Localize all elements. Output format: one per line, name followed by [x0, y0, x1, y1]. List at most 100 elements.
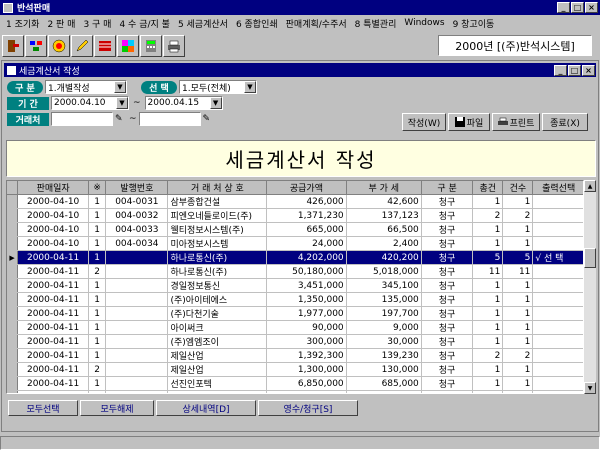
- pencil-icon[interactable]: ✎: [203, 114, 213, 124]
- deselect-all-button[interactable]: 모두해제: [80, 400, 154, 416]
- chevron-down-icon[interactable]: ▼: [244, 81, 256, 93]
- grid-vertical-scrollbar[interactable]: ▲ ▼: [584, 180, 596, 394]
- close-button[interactable]: ×: [585, 2, 598, 13]
- org-tool-button[interactable]: [25, 35, 47, 57]
- menu-item-3[interactable]: 4 수 금/지 불: [115, 17, 173, 30]
- table-row[interactable]: 2000-04-10 1 004-0032 피엔오네들로이드(주) 1,371,230 1…: [7, 208, 583, 223]
- receipt-claim-button[interactable]: 영수/청구[S]: [258, 400, 358, 416]
- maximize-button[interactable]: □: [571, 2, 584, 13]
- table-row[interactable]: 2000-04-11 2 하나로통신(주) 50,180,000 5,018,000 청구…: [7, 264, 583, 279]
- customer-from-input[interactable]: [51, 112, 113, 126]
- scroll-up-button[interactable]: ▲: [584, 180, 596, 192]
- scroll-thumb[interactable]: [584, 248, 596, 268]
- column-header-5[interactable]: 부 가 세: [346, 181, 422, 195]
- menu-item-8[interactable]: Windows: [400, 18, 448, 28]
- table-cell: [532, 208, 583, 223]
- close-form-button[interactable]: 종료(X): [542, 113, 588, 131]
- pencil-tool-button[interactable]: [71, 35, 93, 57]
- table-cell: 2000-04-11: [17, 348, 90, 363]
- column-header-1[interactable]: ※: [88, 181, 107, 195]
- row-indicator[interactable]: [7, 194, 19, 209]
- column-header-6[interactable]: 구 분: [421, 181, 474, 195]
- menu-item-4[interactable]: 5 세금계산서: [174, 17, 232, 30]
- row-indicator[interactable]: [7, 236, 19, 251]
- table-cell: 276,816: [346, 390, 422, 393]
- chevron-down-icon[interactable]: ▼: [209, 97, 222, 109]
- column-header-9[interactable]: 출력선택: [532, 181, 583, 195]
- column-header-0[interactable]: 판매일자: [17, 181, 90, 195]
- table-row[interactable]: 2000-04-121(주)뉴써엔드씨2,768,160276,816청구22: [7, 390, 583, 393]
- child-maximize-button[interactable]: □: [568, 64, 581, 76]
- row-indicator[interactable]: [7, 222, 19, 237]
- printer-tool-button[interactable]: [163, 35, 185, 57]
- table-cell: [532, 320, 583, 335]
- row-indicator[interactable]: [7, 306, 19, 321]
- menu-item-5[interactable]: 6 종합인쇄: [232, 17, 282, 30]
- table-cell: [532, 236, 583, 251]
- menu-item-7[interactable]: 8 특별관리: [351, 17, 401, 30]
- table-row[interactable]: 2000-04-11 2 제일산업 1,300,000 130,000 청구 1 1: [7, 362, 583, 377]
- print-button[interactable]: 프린트: [492, 113, 540, 131]
- table-cell: 004-0034: [105, 236, 169, 251]
- table-row[interactable]: 2000-04-11 1 선진인포텍 6,850,000 685,000 청구 1 1: [7, 376, 583, 391]
- row-indicator[interactable]: ▶: [7, 250, 19, 265]
- table-row[interactable]: 2000-04-11 1 (주)다천기술 1,977,000 197,700 청구 1 1: [7, 306, 583, 321]
- table-cell: [105, 278, 169, 293]
- table-cell: 1: [472, 320, 504, 335]
- detail-button[interactable]: 상세내역[D]: [156, 400, 256, 416]
- table-cell: 2: [502, 390, 534, 393]
- select-mode-select[interactable]: 1.모두(전체) ▼: [179, 80, 257, 94]
- column-header-7[interactable]: 총건: [472, 181, 504, 195]
- row-indicator[interactable]: [7, 208, 19, 223]
- color-palette-tool-button[interactable]: [117, 35, 139, 57]
- table-row[interactable]: 2000-04-11 1 (주)아이테에스 1,350,000 135,000 청구 1 1: [7, 292, 583, 307]
- row-indicator[interactable]: [7, 334, 19, 349]
- table-cell: [532, 348, 583, 363]
- table-row[interactable]: ▶ 2000-04-11 1 하나로통신(주) 4,202,000 420,200 청구 5 5…: [7, 250, 583, 265]
- row-indicator[interactable]: [7, 376, 19, 391]
- table-row[interactable]: 2000-04-11 1 경일정보통신 3,451,000 345,100 청구 1 1: [7, 278, 583, 293]
- table-row[interactable]: 2000-04-11 1 (주)엠엠조이 300,000 30,000 청구 1 1: [7, 334, 583, 349]
- row-indicator[interactable]: [7, 264, 19, 279]
- minimize-button[interactable]: _: [557, 2, 570, 13]
- calculator-tool-button[interactable]: [140, 35, 162, 57]
- column-header-8[interactable]: 건수: [502, 181, 534, 195]
- column-header-4[interactable]: 공급가액: [266, 181, 347, 195]
- date-from-select[interactable]: 2000.04.10 ▼: [51, 96, 129, 110]
- customer-to-input[interactable]: [138, 112, 201, 126]
- gubun-select[interactable]: 1.개별작성 ▼: [45, 80, 127, 94]
- menu-item-1[interactable]: 2 판 매: [43, 17, 79, 30]
- table-row[interactable]: 2000-04-10 1 004-0034 미아정보시스템 24,000 2,400 청구 1…: [7, 236, 583, 251]
- table-row[interactable]: 2000-04-11 1 아이써크 90,000 9,000 청구 1 1: [7, 320, 583, 335]
- menu-item-9[interactable]: 9 창고이동: [449, 17, 499, 30]
- child-minimize-button[interactable]: _: [554, 64, 567, 76]
- scroll-down-button[interactable]: ▼: [584, 382, 596, 394]
- exit-tool-button[interactable]: [2, 35, 24, 57]
- date-to-select[interactable]: 2000.04.15 ▼: [144, 96, 223, 110]
- ledger-tool-button[interactable]: [94, 35, 116, 57]
- menu-item-2[interactable]: 3 구 매: [79, 17, 115, 30]
- row-indicator[interactable]: [7, 348, 19, 363]
- globe-tool-button[interactable]: [48, 35, 70, 57]
- column-header-3[interactable]: 거 래 처 상 호: [167, 181, 268, 195]
- action-buttons: 작성(W) 파일 프린트 종료(X): [402, 113, 588, 131]
- table-row[interactable]: 2000-04-10 1 004-0033 웰티정보시스템(주) 665,000 66,5…: [7, 222, 583, 237]
- table-row[interactable]: 2000-04-10 1 004-0031 삼부종합건설 426,000 42,600 청구…: [7, 194, 583, 209]
- menu-item-0[interactable]: 1 조기화: [2, 17, 43, 30]
- menu-item-6[interactable]: 판매계획/수주서: [282, 17, 351, 30]
- write-button[interactable]: 작성(W): [402, 113, 446, 131]
- row-indicator[interactable]: [7, 390, 19, 393]
- column-header-2[interactable]: 발행번호: [105, 181, 169, 195]
- chevron-down-icon[interactable]: ▼: [116, 97, 128, 109]
- select-all-button[interactable]: 모두선택: [8, 400, 78, 416]
- child-close-button[interactable]: ×: [582, 64, 595, 76]
- row-indicator[interactable]: [7, 292, 19, 307]
- chevron-down-icon[interactable]: ▼: [114, 81, 126, 93]
- pencil-icon[interactable]: ✎: [115, 114, 125, 124]
- table-row[interactable]: 2000-04-11 1 제일산업 1,392,300 139,230 청구 2 2: [7, 348, 583, 363]
- row-indicator[interactable]: [7, 278, 19, 293]
- file-button[interactable]: 파일: [448, 113, 490, 131]
- row-indicator[interactable]: [7, 362, 19, 377]
- row-indicator[interactable]: [7, 320, 19, 335]
- date-range-separator: ~: [133, 98, 141, 108]
